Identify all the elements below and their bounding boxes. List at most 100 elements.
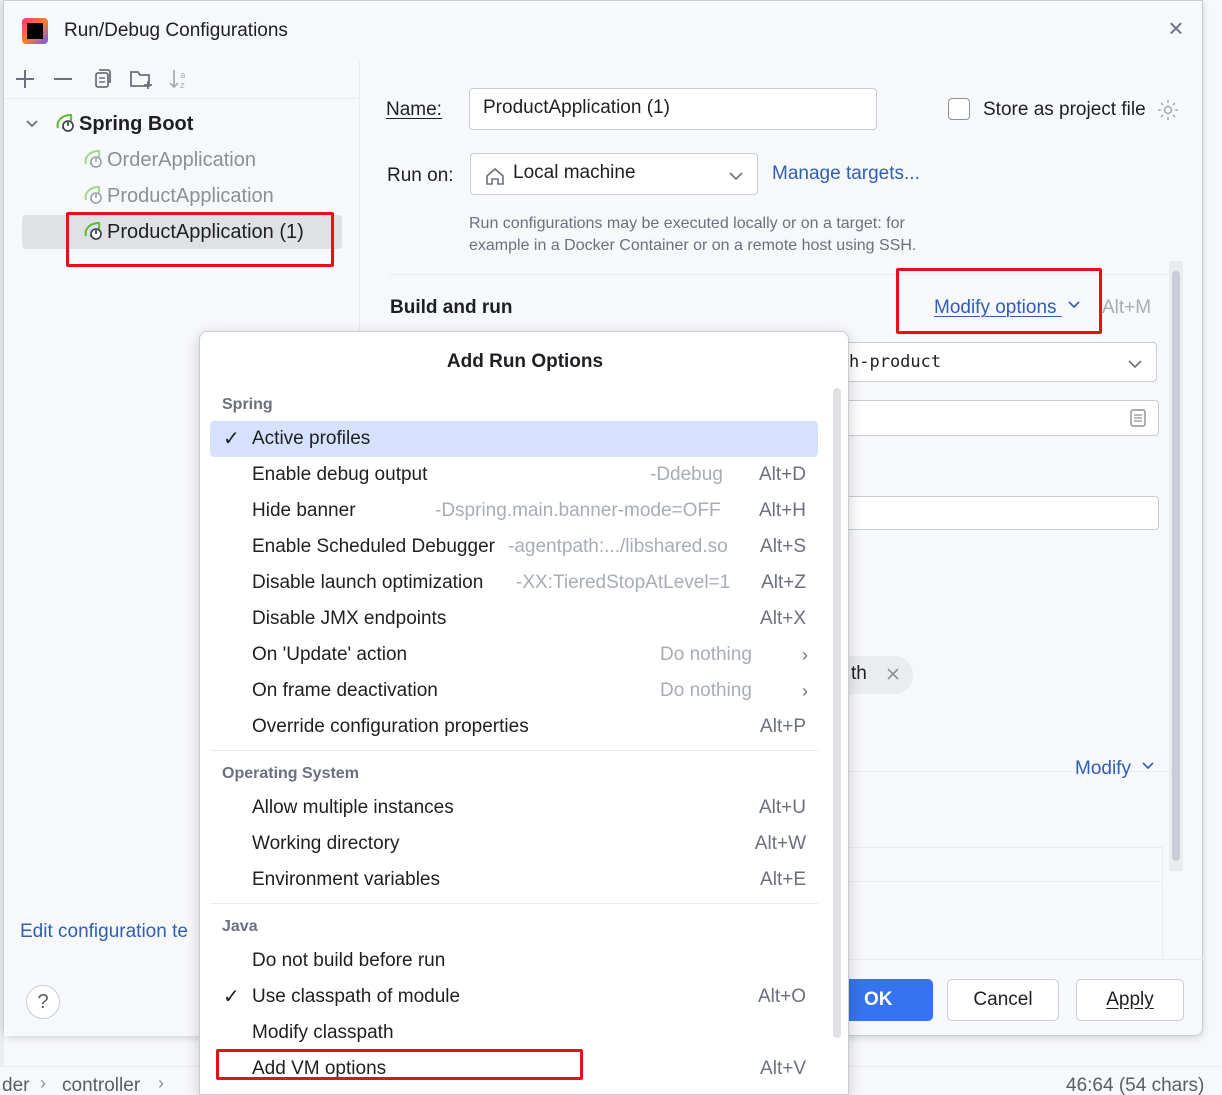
tree-item-label: OrderApplication (107, 149, 256, 171)
option-working-directory[interactable]: Working directory Alt+W (210, 826, 818, 862)
run-on-value: Local machine (513, 162, 636, 183)
option-label: Enable debug output (252, 464, 428, 485)
close-icon[interactable] (885, 666, 901, 682)
breadcrumb-item[interactable]: der (2, 1075, 29, 1095)
tree-toolbar: az (4, 61, 360, 99)
popup-title: Add Run Options (446, 351, 604, 372)
tree-group-label: Spring Boot (79, 113, 194, 135)
option-label: Disable launch optimization (252, 572, 484, 593)
option-label: Allow multiple instances (252, 797, 454, 818)
option-param: Do nothing (660, 680, 752, 701)
help-button[interactable]: ? (26, 985, 60, 1019)
form-scrollbar-thumb[interactable] (1172, 271, 1180, 861)
dialog-titlebar: Run/Debug Configurations × (4, 1, 1202, 61)
option-allow-multiple-instances[interactable]: Allow multiple instances Alt+U (210, 790, 818, 826)
chevron-right-icon: › (802, 681, 808, 701)
ok-label: OK (864, 989, 893, 1010)
sort-icon[interactable]: az (166, 67, 192, 93)
option-hide-banner[interactable]: Hide banner -Dspring.main.banner-mode=OF… (210, 493, 818, 529)
browse-icon[interactable] (1128, 408, 1148, 428)
option-environment-variables[interactable]: Environment variables Alt+E (210, 862, 818, 898)
store-as-project-file-label[interactable]: Store as project file (983, 99, 1146, 121)
edit-configuration-templates-link[interactable]: Edit configuration te (20, 921, 188, 943)
option-param: -Dspring.main.banner-mode=OFF (435, 500, 721, 521)
option-override-configuration-properties[interactable]: Override configuration properties Alt+P (210, 709, 818, 745)
option-param: -Ddebug (650, 464, 723, 485)
popup-separator (210, 903, 818, 904)
cancel-button[interactable]: Cancel (947, 979, 1059, 1021)
option-label: On 'Update' action (252, 644, 408, 665)
chip-label: th (851, 663, 867, 684)
option-label: Active profiles (252, 428, 371, 449)
option-label: Environment variables (252, 869, 440, 890)
chevron-right-icon: › (802, 645, 808, 665)
option-label: Modify classpath (252, 1022, 394, 1043)
option-label: Use classpath of module (252, 986, 461, 1007)
name-label: Name: (386, 99, 442, 120)
remove-icon[interactable] (50, 67, 76, 93)
tree-item-order-application[interactable]: OrderApplication (22, 143, 342, 177)
run-on-hint-line-2: example in a Docker Container or on a re… (469, 237, 917, 254)
checkmark-icon: ✓ (223, 428, 240, 450)
option-enable-debug-output[interactable]: Enable debug output -Ddebug Alt+D (210, 457, 818, 493)
option-label: Working directory (252, 833, 400, 854)
modify-link[interactable]: Modify (1075, 758, 1156, 780)
option-shortcut: Alt+U (759, 797, 806, 818)
name-input[interactable]: ProductApplication (1) (469, 88, 877, 130)
option-active-profiles[interactable]: ✓ Active profiles (210, 421, 818, 457)
popup-separator (210, 750, 818, 751)
option-shortcut: Alt+S (760, 536, 806, 557)
program-arguments-field[interactable] (831, 496, 1159, 530)
popup-scrollbar[interactable] (833, 388, 841, 1038)
apply-button[interactable]: Apply (1076, 979, 1184, 1021)
modify-options-shortcut: Alt+M (1102, 297, 1152, 318)
option-label: Override configuration properties (252, 716, 529, 737)
store-as-project-file-checkbox[interactable] (948, 98, 970, 120)
copy-icon[interactable] (90, 67, 116, 93)
run-on-label: Run on: (387, 165, 454, 186)
manage-targets-link[interactable]: Manage targets... (772, 163, 920, 185)
option-label: Do not build before run (252, 950, 446, 971)
run-on-dropdown[interactable]: Local machine (470, 153, 758, 195)
breadcrumb-item[interactable]: controller (62, 1075, 140, 1095)
tree-group-spring-boot[interactable]: Spring Boot (22, 107, 342, 141)
option-disable-jmx-endpoints[interactable]: Disable JMX endpoints Alt+X (210, 601, 818, 637)
svg-text:a: a (180, 71, 186, 81)
dialog-title: Run/Debug Configurations (64, 20, 288, 41)
build-and-run-title: Build and run (390, 297, 513, 318)
breadcrumb-separator-icon: › (40, 1073, 46, 1093)
option-param: Do nothing (660, 644, 752, 665)
modify-label: Modify (1075, 758, 1131, 779)
add-icon[interactable] (12, 67, 38, 93)
option-shortcut: Alt+E (760, 869, 806, 890)
option-shortcut: Alt+X (760, 608, 806, 629)
annotation-box-selected-config (66, 212, 334, 267)
option-param: -XX:TieredStopAtLevel=1 (516, 572, 731, 593)
close-icon[interactable]: × (1164, 15, 1188, 41)
option-use-classpath-of-module[interactable]: ✓ Use classpath of module Alt+O (210, 979, 818, 1015)
option-shortcut: Alt+V (760, 1058, 806, 1079)
home-icon (484, 163, 506, 185)
new-folder-icon[interactable] (128, 67, 154, 93)
option-do-not-build-before-run[interactable]: Do not build before run (210, 943, 818, 979)
annotation-box-add-vm-options (216, 1049, 583, 1080)
option-on-frame-deactivation[interactable]: On frame deactivation Do nothing › (210, 673, 818, 709)
option-on-update-action[interactable]: On 'Update' action Do nothing › (210, 637, 818, 673)
option-label: On frame deactivation (252, 680, 438, 701)
breadcrumb-separator-icon: › (158, 1073, 164, 1093)
svg-text:z: z (180, 81, 185, 91)
option-modify-classpath[interactable]: Modify classpath (210, 1015, 818, 1051)
module-dropdown[interactable]: h-product (831, 342, 1157, 382)
form-scrollbar[interactable] (1169, 261, 1183, 871)
main-class-field[interactable] (831, 400, 1159, 436)
tree-item-product-application[interactable]: ProductApplication (22, 179, 342, 213)
spring-boot-config-icon (82, 146, 104, 168)
option-enable-scheduled-debugger[interactable]: Enable Scheduled Debugger -agentpath:...… (210, 529, 818, 565)
run-on-hint-line-1: Run configurations may be executed local… (469, 215, 905, 232)
option-disable-launch-optimization[interactable]: Disable launch optimization -XX:TieredSt… (210, 565, 818, 601)
tree-item-label: ProductApplication (107, 185, 274, 207)
gear-icon[interactable] (1156, 98, 1180, 122)
caret-position[interactable]: 46:64 (54 chars) (1066, 1075, 1204, 1095)
group-header-spring: Spring (222, 396, 273, 413)
option-label: Disable JMX endpoints (252, 608, 447, 629)
